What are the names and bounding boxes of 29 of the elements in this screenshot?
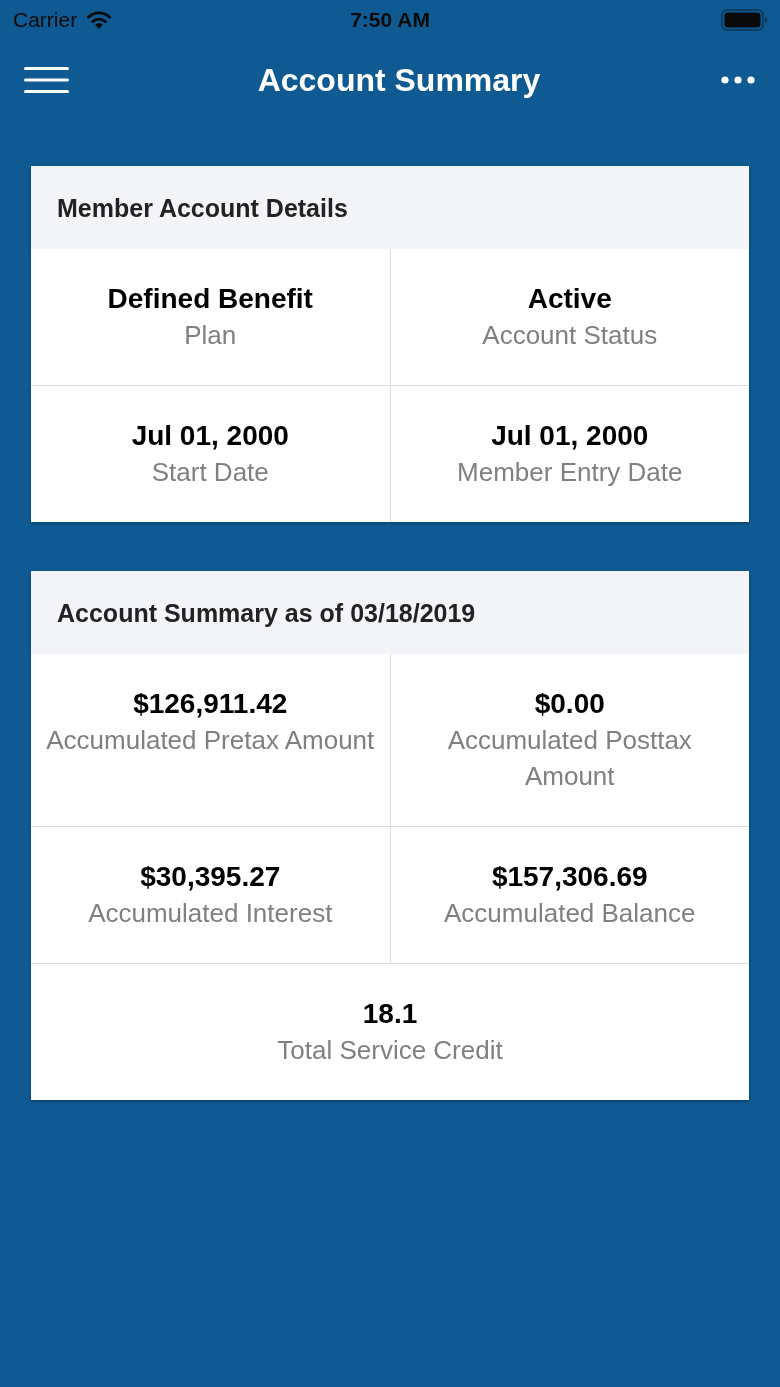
field-value: $157,306.69 xyxy=(491,860,648,894)
field-value: Jul 01, 2000 xyxy=(131,419,289,453)
wifi-icon xyxy=(86,10,113,30)
card-title: Member Account Details xyxy=(57,192,348,223)
menu-icon xyxy=(24,67,69,93)
field-label: Total Service Credit xyxy=(277,1034,503,1067)
field-value: 18.1 xyxy=(362,997,418,1031)
screen-title: Account Summary xyxy=(257,61,541,99)
field-label: Accumulated Interest xyxy=(88,897,333,930)
field-value: Jul 01, 2000 xyxy=(491,419,649,453)
field-label: Plan xyxy=(184,319,237,352)
field-value: $30,395.27 xyxy=(140,860,281,894)
battery-icon xyxy=(721,9,768,31)
card-title: Account Summary as of 03/18/2019 xyxy=(57,597,476,628)
field-label: Account Status xyxy=(482,319,658,352)
field-value: $126,911.42 xyxy=(133,687,288,721)
field-label: Start Date xyxy=(151,456,269,489)
carrier-label: Carrier xyxy=(13,7,78,33)
field-value: $0.00 xyxy=(534,687,605,721)
field-label: Member Entry Date xyxy=(457,456,683,489)
more-button[interactable] xyxy=(721,76,755,84)
field-label: Accumulated Pretax Amount xyxy=(46,724,375,757)
clock-time: 7:50 AM xyxy=(350,7,430,33)
menu-button[interactable] xyxy=(24,67,69,93)
field-value: Defined Benefit xyxy=(107,282,313,316)
field-label: Accumulated Balance xyxy=(444,897,696,930)
more-icon xyxy=(721,76,755,84)
field-value: Active xyxy=(527,282,612,316)
field-label: Accumulated Posttax Amount xyxy=(446,724,693,793)
